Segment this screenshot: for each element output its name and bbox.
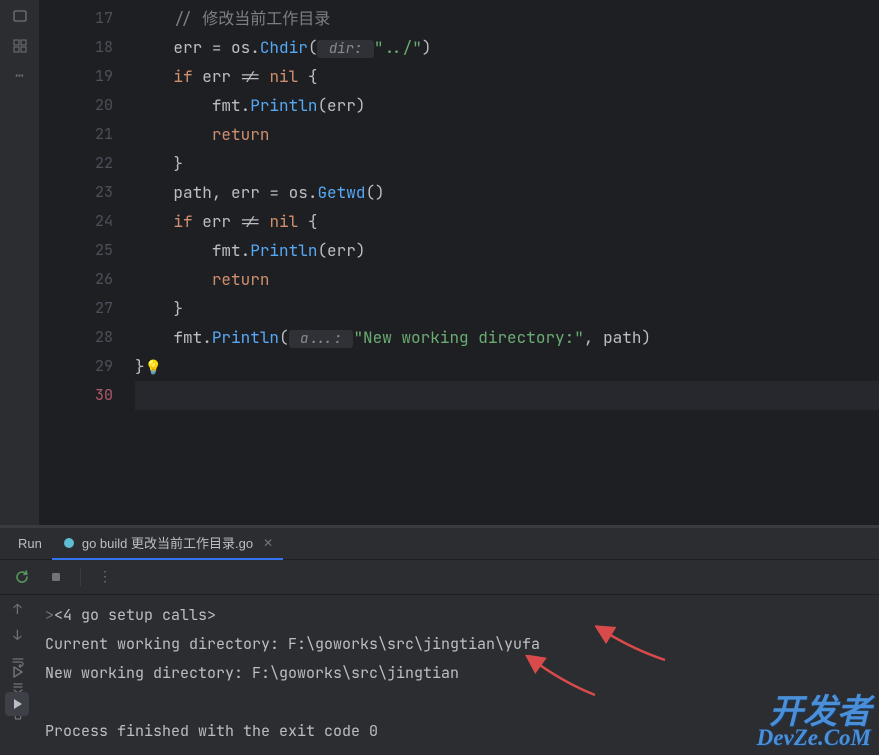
line-gutter[interactable]: 1718192021222324252627282930 bbox=[40, 0, 135, 525]
code-line[interactable]: }💡 bbox=[135, 352, 879, 381]
code-line[interactable] bbox=[135, 381, 879, 410]
go-file-icon bbox=[62, 536, 76, 550]
setup-calls: <4 go setup calls> bbox=[54, 605, 216, 625]
toolbar-separator bbox=[80, 568, 81, 586]
debug-tool-icon[interactable] bbox=[5, 692, 29, 716]
run-tabs: Run go build 更改当前工作目录.go ✕ bbox=[0, 528, 879, 560]
more-icon[interactable]: ⋯ bbox=[10, 66, 30, 86]
rerun-icon[interactable] bbox=[12, 567, 32, 587]
structure-icon[interactable] bbox=[10, 36, 30, 56]
code-line[interactable]: path, err = os.Getwd() bbox=[135, 178, 879, 207]
run-tool-icon[interactable] bbox=[5, 660, 29, 684]
project-icon[interactable] bbox=[10, 6, 30, 26]
run-label[interactable]: Run bbox=[8, 528, 52, 560]
code-line[interactable]: if err != nil { bbox=[135, 207, 879, 236]
up-trace-icon[interactable]: ↑ bbox=[9, 601, 27, 619]
code-line[interactable]: } bbox=[135, 294, 879, 323]
code-line[interactable]: } bbox=[135, 149, 879, 178]
console-line: New working directory: F:\goworks\src\ji… bbox=[45, 659, 869, 688]
run-toolbar: ⋮ bbox=[0, 560, 879, 595]
toolbar-more-icon[interactable]: ⋮ bbox=[95, 567, 115, 587]
code-line[interactable]: fmt.Println(err) bbox=[135, 236, 879, 265]
code-editor[interactable]: // 修改当前工作目录 err = os.Chdir( dir: "../") … bbox=[135, 0, 879, 525]
console-output[interactable]: ><4 go setup calls> Current working dire… bbox=[35, 595, 879, 755]
code-line[interactable]: // 修改当前工作目录 bbox=[135, 4, 879, 33]
far-left-tool-rail bbox=[0, 660, 33, 716]
editor-area: ⋯ 1718192021222324252627282930 // 修改当前工作… bbox=[0, 0, 879, 525]
fold-icon[interactable]: > bbox=[45, 605, 54, 625]
tool-rail-left: ⋯ bbox=[0, 0, 40, 525]
down-trace-icon[interactable]: ↓ bbox=[9, 627, 27, 645]
tab-close-icon[interactable]: ✕ bbox=[263, 536, 273, 550]
run-panel: Run go build 更改当前工作目录.go ✕ ⋮ ↑ ↓ bbox=[0, 528, 879, 755]
code-line[interactable]: err = os.Chdir( dir: "../") bbox=[135, 33, 879, 62]
console-line: Current working directory: F:\goworks\sr… bbox=[45, 630, 869, 659]
console-finish-line: Process finished with the exit code 0 bbox=[45, 717, 869, 746]
code-line[interactable]: fmt.Println(err) bbox=[135, 91, 879, 120]
run-config-name: go build 更改当前工作目录.go bbox=[82, 533, 253, 552]
stop-icon[interactable] bbox=[46, 567, 66, 587]
run-config-tab[interactable]: go build 更改当前工作目录.go ✕ bbox=[52, 528, 283, 560]
code-line[interactable]: fmt.Println( a...: "New working director… bbox=[135, 323, 879, 352]
code-line[interactable]: return bbox=[135, 265, 879, 294]
code-line[interactable]: return bbox=[135, 120, 879, 149]
code-line[interactable]: if err != nil { bbox=[135, 62, 879, 91]
